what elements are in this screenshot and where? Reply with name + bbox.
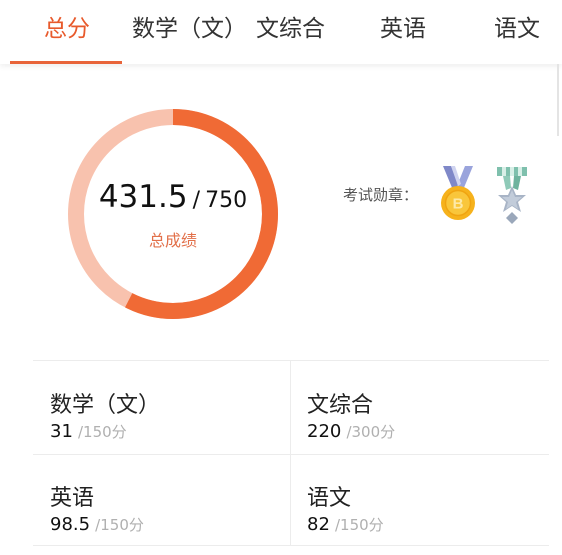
active-tab-indicator	[10, 61, 122, 64]
subject-score-value: 82	[307, 514, 330, 535]
subject-full-score: /150分	[335, 516, 384, 534]
subject-full-score: /150分	[95, 516, 144, 534]
total-full-score: 750	[205, 188, 248, 213]
total-score-caption: 总成绩	[148, 231, 197, 250]
subject-score-value: 220	[307, 421, 342, 442]
subject-card-math-liberal[interactable]: 数学（文） 31 /150分	[50, 361, 300, 451]
subject-score: 31 /150分	[50, 421, 127, 442]
subject-score: 220 /300分	[307, 421, 395, 442]
tab-total[interactable]: 总分	[44, 12, 90, 46]
subject-score-value: 98.5	[50, 514, 91, 535]
total-score-value: 431.5	[98, 179, 188, 215]
score-report-page: 总分 数学（文） 文综合 英语 语文 431.5 / 750 总成绩 考试勋章：…	[0, 0, 562, 555]
tab-english[interactable]: 英语	[380, 12, 426, 46]
exam-medals-label: 考试勋章：	[343, 186, 419, 204]
subject-score-value: 31	[50, 421, 73, 442]
subject-full-score: /300分	[346, 423, 396, 441]
tab-math-liberal[interactable]: 数学（文）	[132, 12, 247, 46]
subject-card-english[interactable]: 英语 98.5 /150分	[50, 454, 300, 544]
medal-letter: B	[453, 196, 464, 213]
subject-card-liberal-arts-combined[interactable]: 文综合 220 /300分	[307, 361, 557, 451]
gold-b-medal-icon[interactable]: B	[435, 166, 481, 228]
subject-score: 98.5 /150分	[50, 514, 144, 535]
subject-tab-bar: 总分 数学（文） 文综合 英语 语文	[0, 0, 562, 64]
grid-bottom-divider	[33, 545, 549, 546]
subject-full-score: /150分	[78, 423, 127, 441]
subject-name: 语文	[307, 486, 352, 511]
subject-name: 英语	[50, 486, 95, 511]
subject-name: 数学（文）	[50, 393, 161, 418]
tab-liberal-arts-combined[interactable]: 文综合	[256, 12, 325, 46]
total-score-ring: 431.5 / 750 总成绩	[62, 103, 284, 325]
total-score: 431.5 / 750	[62, 179, 284, 215]
score-separator: /	[192, 188, 201, 213]
divider	[557, 64, 559, 136]
tab-chinese[interactable]: 语文	[494, 12, 540, 46]
subject-score: 82 /150分	[307, 514, 384, 535]
subject-card-chinese[interactable]: 语文 82 /150分	[307, 454, 557, 544]
subject-score-grid: 数学（文） 31 /150分 文综合 220 /300分 英语 98.5 /15…	[33, 360, 549, 546]
subject-name: 文综合	[307, 393, 374, 418]
silver-star-medal-icon[interactable]	[490, 166, 534, 230]
